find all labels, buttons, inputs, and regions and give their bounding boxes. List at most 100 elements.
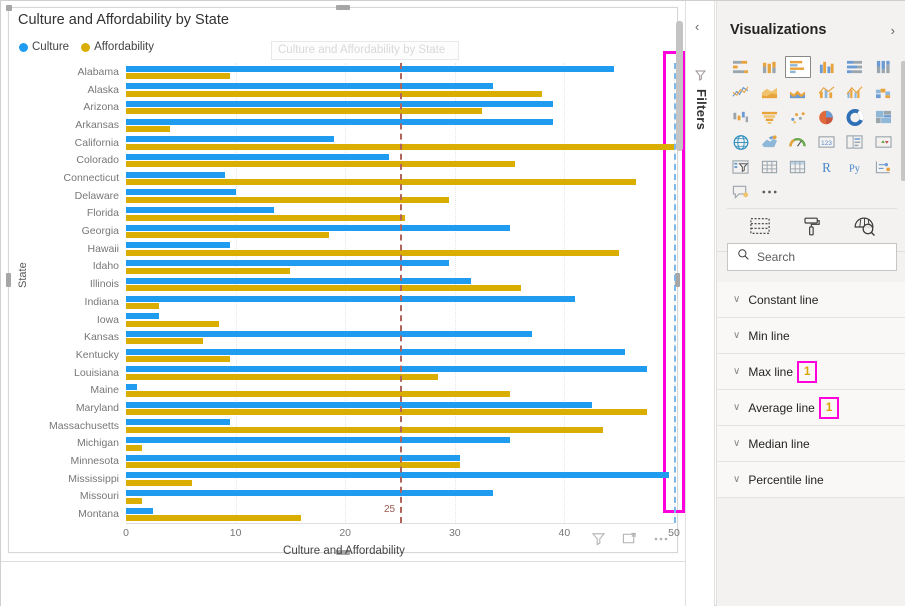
bar-culture[interactable] [126, 189, 236, 196]
hundred-percent-stacked-column-chart-icon[interactable] [870, 56, 896, 78]
y-axis-tick-label[interactable]: Iowa [19, 314, 119, 325]
y-axis-tick-label[interactable]: Arizona [19, 102, 119, 113]
bar-affordability[interactable] [126, 73, 231, 79]
bar-affordability[interactable] [126, 356, 231, 363]
y-axis-tick-label[interactable]: Hawaii [19, 244, 119, 255]
bar-affordability[interactable] [126, 303, 159, 309]
bar-affordability[interactable] [126, 285, 521, 292]
average-line[interactable] [400, 63, 402, 523]
bar-culture[interactable] [126, 383, 137, 390]
card-icon[interactable]: 123 [813, 131, 839, 153]
bar-culture[interactable] [126, 242, 231, 249]
funnel-chart-icon[interactable] [756, 106, 782, 128]
y-axis-tick-label[interactable]: Connecticut [19, 173, 119, 184]
slicer-icon[interactable] [728, 156, 754, 178]
legend-item-affordability[interactable]: Affordability [81, 41, 154, 53]
more-visuals-icon[interactable] [756, 181, 782, 203]
bar-culture[interactable] [126, 100, 554, 107]
gauge-icon[interactable] [785, 131, 811, 153]
bar-affordability[interactable] [126, 232, 329, 239]
analytics-card-percentile-line[interactable]: ∨ Percentile line [717, 462, 905, 498]
visualizations-pane-scrollbar[interactable] [901, 61, 905, 181]
bar-culture[interactable] [126, 507, 154, 514]
bar-culture[interactable] [126, 224, 510, 231]
bar-affordability[interactable] [126, 426, 603, 433]
filters-pane-collapsed[interactable]: ‹ Filters [685, 1, 715, 606]
bar-affordability[interactable] [126, 462, 461, 469]
stacked-bar-chart-icon[interactable] [728, 56, 754, 78]
bar-affordability[interactable] [126, 497, 143, 504]
bar-culture[interactable] [126, 348, 625, 355]
bar-culture[interactable] [126, 136, 335, 143]
legend-item-culture[interactable]: Culture [19, 41, 69, 53]
table-icon[interactable] [756, 156, 782, 178]
kpi-icon[interactable] [870, 131, 896, 153]
collapse-filters-icon[interactable]: ‹ [695, 19, 699, 34]
waterfall-chart-icon[interactable] [728, 106, 754, 128]
y-axis-tick-label[interactable]: Maine [19, 385, 119, 396]
bar-culture[interactable] [126, 207, 274, 214]
focus-mode-icon[interactable] [622, 531, 637, 546]
report-canvas[interactable]: Culture and Affordability by State Cultu… [1, 1, 685, 606]
resize-handle-top[interactable] [336, 5, 350, 10]
bar-culture[interactable] [126, 313, 159, 320]
y-axis-tick-label[interactable]: Kansas [19, 332, 119, 343]
bar-affordability[interactable] [126, 214, 406, 221]
chevron-down-icon[interactable]: ∨ [733, 402, 740, 413]
clustered-bar-chart-icon[interactable] [784, 56, 811, 78]
y-axis-tick-label[interactable]: Indiana [19, 297, 119, 308]
bar-culture[interactable] [126, 83, 494, 90]
bar-affordability[interactable] [126, 267, 291, 274]
y-axis-tick-label[interactable]: Massachusetts [19, 420, 119, 431]
bar-culture[interactable] [126, 454, 461, 461]
analytics-card-constant-line[interactable]: ∨ Constant line [717, 282, 905, 318]
chevron-down-icon[interactable]: ∨ [733, 366, 740, 377]
y-axis-tick-label[interactable]: Michigan [19, 438, 119, 449]
ribbon-chart-icon[interactable] [870, 81, 896, 103]
y-axis-tick-label[interactable]: Delaware [19, 190, 119, 201]
analytics-card-average-line[interactable]: ∨ Average line 1 [717, 390, 905, 426]
search-input[interactable]: Search [727, 243, 897, 271]
bar-affordability[interactable] [126, 249, 620, 256]
donut-chart-icon[interactable] [842, 106, 868, 128]
line-and-stacked-column-chart-icon[interactable] [813, 81, 839, 103]
matrix-icon[interactable] [785, 156, 811, 178]
bar-affordability[interactable] [126, 479, 192, 486]
expand-pane-icon[interactable]: › [891, 23, 895, 38]
bar-culture[interactable] [126, 401, 592, 408]
tab-fields[interactable] [745, 216, 775, 246]
chevron-down-icon[interactable]: ∨ [733, 330, 740, 341]
filter-icon[interactable] [591, 531, 606, 546]
y-axis-tick-label[interactable]: Montana [19, 509, 119, 520]
bar-affordability[interactable] [126, 108, 483, 115]
python-visual-icon[interactable]: Py [842, 156, 868, 178]
bar-culture[interactable] [126, 366, 647, 373]
chart-legend[interactable]: Culture Affordability [19, 41, 154, 53]
y-axis-labels[interactable]: Alabama Alaska Arizona Arkansas California Co… [17, 63, 119, 523]
resize-handle-top-left[interactable] [6, 5, 12, 11]
bar-affordability[interactable] [126, 373, 439, 380]
visualizations-pane[interactable]: Visualizations › 123 R Py Search ∨ Const… [716, 1, 905, 606]
more-options-icon[interactable] [653, 536, 669, 542]
bar-culture[interactable] [126, 65, 614, 72]
analytics-card-max-line[interactable]: ∨ Max line 1 [717, 354, 905, 390]
clustered-column-chart-icon[interactable] [813, 56, 839, 78]
bar-culture[interactable] [126, 277, 472, 284]
y-axis-tick-label[interactable]: Idaho [19, 261, 119, 272]
tab-analytics[interactable] [849, 216, 879, 249]
bar-culture[interactable] [126, 472, 669, 479]
bar-culture[interactable] [126, 295, 576, 302]
y-axis-tick-label[interactable]: Colorado [19, 155, 119, 166]
bar-affordability[interactable] [126, 90, 543, 97]
y-axis-tick-label[interactable]: Illinois [19, 279, 119, 290]
tab-format[interactable] [797, 216, 827, 246]
bar-affordability[interactable] [126, 320, 220, 327]
bar-culture[interactable] [126, 153, 390, 160]
filled-map-icon[interactable] [756, 131, 782, 153]
bar-affordability[interactable] [126, 444, 143, 451]
visual-footer-toolbar[interactable] [591, 531, 669, 546]
y-axis-tick-label[interactable]: Maryland [19, 403, 119, 414]
multi-row-card-icon[interactable] [842, 131, 868, 153]
visualization-gallery[interactable]: 123 R Py [717, 53, 905, 209]
bars-container[interactable]: 25 [126, 51, 685, 523]
